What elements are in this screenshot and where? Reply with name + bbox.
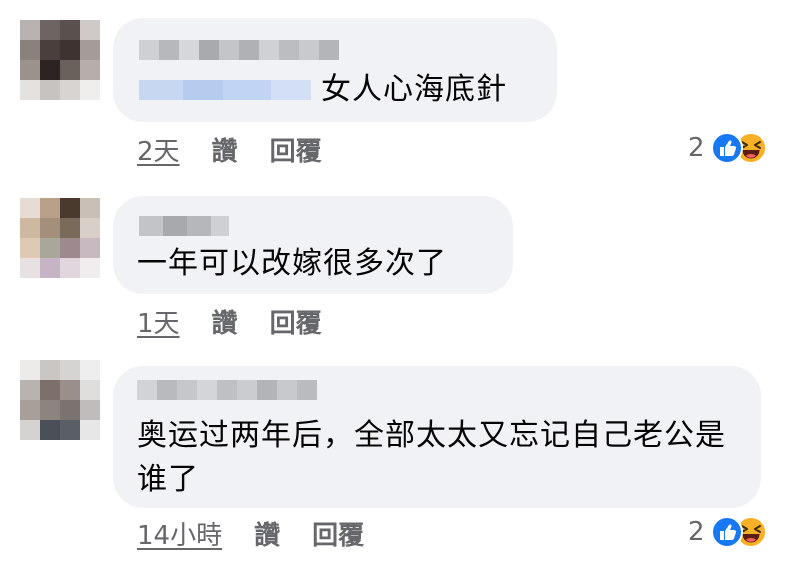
like-button[interactable]: 讚 bbox=[212, 131, 238, 168]
comment-text: 女人心海底針 bbox=[321, 72, 507, 107]
author-name-blurred[interactable] bbox=[139, 40, 339, 60]
comment-bubble: 一年可以改嫁很多次了 bbox=[113, 196, 513, 294]
avatar[interactable] bbox=[20, 360, 100, 440]
author-name-blurred[interactable] bbox=[139, 216, 229, 236]
author-name-blurred[interactable] bbox=[137, 380, 317, 400]
reaction-summary[interactable]: 2 bbox=[688, 512, 767, 552]
reaction-count: 2 bbox=[688, 517, 705, 547]
comment-actions: 14小時 讚 回覆 bbox=[137, 515, 364, 552]
comment-actions: 2天 讚 回覆 bbox=[137, 131, 322, 168]
like-button[interactable]: 讚 bbox=[254, 515, 280, 552]
timestamp-link[interactable]: 14小時 bbox=[137, 515, 222, 552]
like-reaction-icon bbox=[710, 516, 743, 548]
reaction-summary[interactable]: 2 bbox=[688, 128, 767, 168]
like-reaction-icon bbox=[710, 132, 743, 164]
reply-button[interactable]: 回覆 bbox=[312, 515, 364, 552]
reply-button[interactable]: 回覆 bbox=[270, 303, 322, 340]
like-button[interactable]: 讚 bbox=[212, 303, 238, 340]
avatar[interactable] bbox=[20, 20, 100, 100]
timestamp-link[interactable]: 1天 bbox=[137, 303, 180, 340]
mention-blurred[interactable] bbox=[139, 80, 311, 100]
comment-actions: 1天 讚 回覆 bbox=[137, 303, 322, 340]
comment-bubble: 女人心海底針 bbox=[113, 18, 557, 122]
comment-text: 奥运过两年后，全部太太又忘记自己老公是谁了 bbox=[137, 418, 726, 497]
timestamp-link[interactable]: 2天 bbox=[137, 131, 180, 168]
reaction-count: 2 bbox=[688, 133, 705, 163]
reply-button[interactable]: 回覆 bbox=[270, 131, 322, 168]
avatar[interactable] bbox=[20, 198, 100, 278]
comment-bubble: 奥运过两年后，全部太太又忘记自己老公是谁了 bbox=[113, 366, 761, 508]
comment-text: 一年可以改嫁很多次了 bbox=[137, 246, 447, 281]
